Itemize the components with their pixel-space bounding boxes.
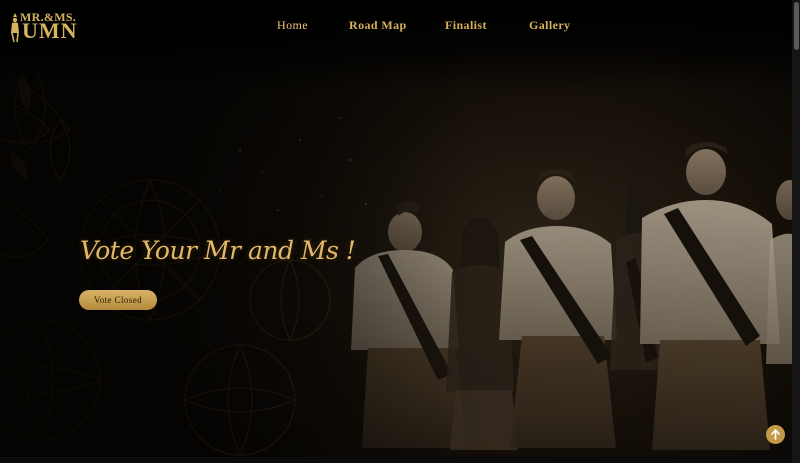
nav-road-map[interactable]: Road Map	[349, 18, 407, 33]
page-bottom-edge	[0, 457, 792, 463]
vote-closed-button[interactable]: Vote Closed	[79, 290, 157, 310]
arrow-up-icon	[771, 429, 780, 440]
navbar-background	[0, 0, 792, 90]
hero-headline: Vote Your Mr and Ms !	[80, 236, 356, 265]
scrollbar-track[interactable]	[792, 0, 800, 463]
nav-finalist[interactable]: Finalist	[445, 18, 487, 33]
nav-gallery[interactable]: Gallery	[529, 18, 570, 33]
nav-home[interactable]: Home	[277, 18, 308, 33]
hero-section	[0, 0, 792, 463]
main-nav: Home Road Map Finalist Gallery	[0, 18, 792, 34]
scrollbar-thumb[interactable]	[794, 2, 799, 50]
back-to-top-button[interactable]	[766, 425, 785, 444]
page: MR.&MS. UMN Home Road Map Finalist Galle…	[0, 0, 792, 463]
